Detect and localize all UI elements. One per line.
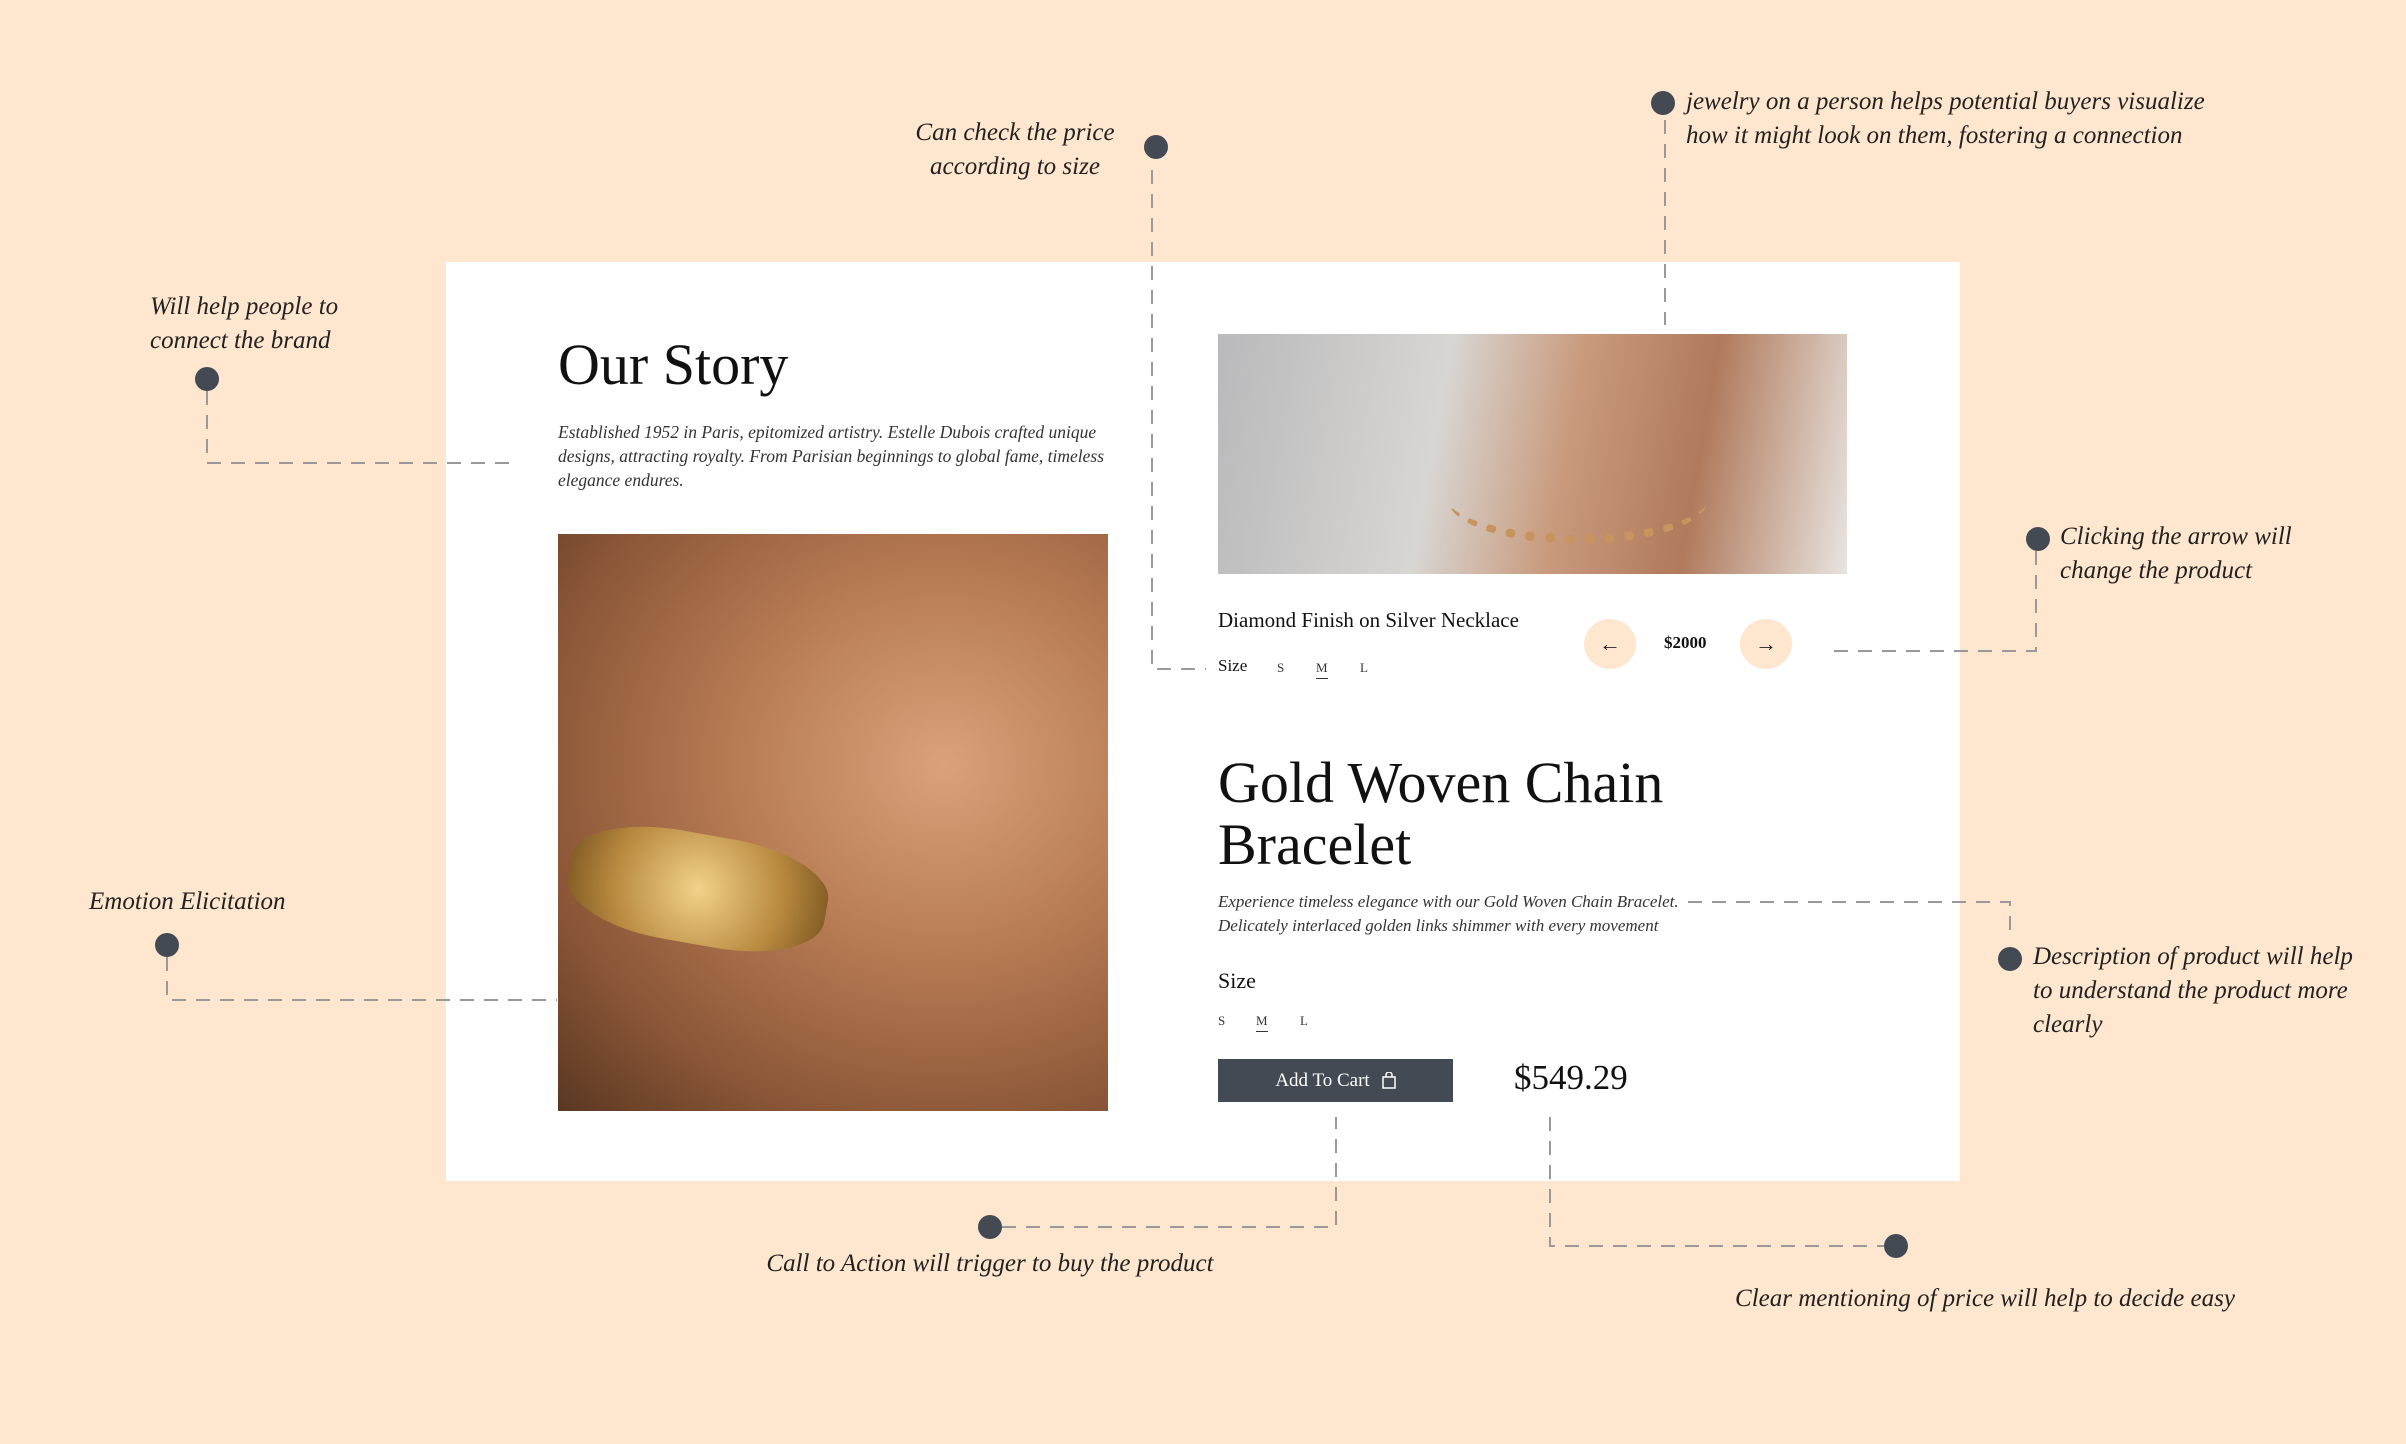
necklace-image: [1218, 334, 1847, 574]
add-to-cart-label: Add To Cart: [1275, 1069, 1370, 1091]
size-label: Size: [1218, 968, 1256, 993]
annotation-dot: [195, 367, 219, 391]
arrow-left-icon: ←: [1599, 631, 1621, 656]
carousel-price: $2000: [1664, 633, 1707, 652]
annotation-emotion: Emotion Elicitation: [89, 888, 286, 915]
next-product-button[interactable]: →: [1740, 619, 1792, 669]
arrow-right-icon: →: [1755, 631, 1777, 656]
carousel-product-name: Diamond Finish on Silver Necklace: [1218, 608, 1519, 632]
description-line2: Delicately interlaced golden links shimm…: [1218, 916, 1659, 935]
story-title: Our Story: [558, 332, 789, 397]
size-option-l[interactable]: L: [1300, 1013, 1308, 1029]
annotation-dot: [1998, 947, 2022, 971]
necklace-chain: [1448, 454, 1708, 544]
add-to-cart-button[interactable]: Add To Cart: [1218, 1059, 1453, 1102]
annotation-dot: [978, 1215, 1002, 1239]
shopping-bag-icon: [1381, 1072, 1396, 1089]
annotation-price: Clear mentioning of price will help to d…: [1735, 1285, 2235, 1312]
annotation-person: jewelry on a person helps potential buye…: [1686, 88, 2205, 149]
product-title-line1: Gold Woven Chain: [1218, 750, 1664, 815]
prev-product-button[interactable]: ←: [1584, 619, 1636, 669]
carousel-size-s[interactable]: S: [1277, 660, 1284, 676]
annotation-brand: Will help people to connect the brand: [150, 293, 339, 354]
carousel-size-m[interactable]: M: [1316, 660, 1328, 679]
carousel-size-label: Size: [1218, 656, 1248, 675]
description-line1: Experience timeless elegance with our Go…: [1218, 892, 1679, 911]
annotation-description: Description of product will help to under…: [2033, 943, 2353, 1038]
size-option-m[interactable]: M: [1256, 1013, 1268, 1032]
annotation-arrow: Clicking the arrow will change the produc…: [2060, 523, 2292, 584]
product-title-line2: Bracelet: [1218, 812, 1412, 877]
annotation-dot: [1651, 91, 1675, 115]
product-description: Experience timeless elegance with our Go…: [1218, 890, 1679, 938]
model-bracelet-image: [558, 534, 1108, 1111]
annotation-cta: Call to Action will trigger to buy the p…: [766, 1250, 1214, 1277]
annotation-dot: [1144, 135, 1168, 159]
annotation-dot: [155, 933, 179, 957]
product-title: Gold Woven Chain Bracelet: [1218, 752, 1663, 876]
carousel-size-l[interactable]: L: [1360, 660, 1368, 676]
story-text: Established 1952 in Paris, epitomized ar…: [558, 422, 1105, 490]
bracelet-shape: [560, 812, 836, 966]
annotation-size-price: Can check the price according to size: [915, 119, 1115, 180]
annotation-dot: [2026, 527, 2050, 551]
product-price: $549.29: [1514, 1058, 1628, 1097]
annotation-dot: [1884, 1234, 1908, 1258]
size-option-s[interactable]: S: [1218, 1013, 1225, 1029]
